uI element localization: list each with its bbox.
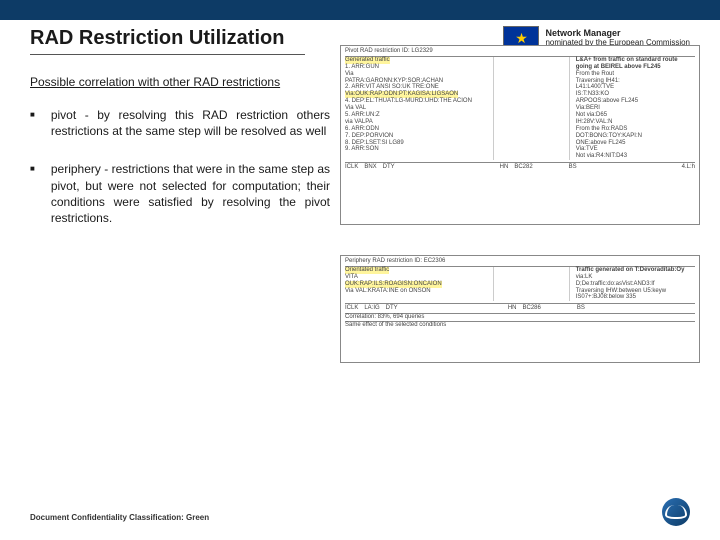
correlation-line: Correlation: 83%, 694 queries [345,313,695,321]
pr6: Not via:D65 [576,112,607,118]
top-bar [0,0,720,20]
body: Possible correlation with other RAD rest… [0,55,720,248]
perr0: via:LK [576,274,593,280]
same-effect-line: Same effect of the selected conditions [345,321,695,329]
perr1: D;De:traffic:do:asVist:AND3:If [576,281,655,287]
pivot-l7: 5. ARR:UN:Z [345,112,380,118]
pivot-footer-far: 4.L:h [682,164,695,171]
bullet-icon: ■ [30,161,35,226]
eurocontrol-logo-icon [662,498,690,526]
perr2: Traversing IHW:between U5:keyw [576,288,666,294]
subtitle: Possible correlation with other RAD rest… [30,75,330,89]
pr2: L41:L400:TVE [576,84,614,90]
per-l2: Via VAL:KRATA:INE on ONSON [345,288,431,294]
bullet-periphery: ■ periphery - restrictions that were in … [30,161,330,226]
pr8: From the Ro:RADS [576,126,628,132]
pr7: IH:28V:VAL:N [576,119,613,125]
pivot-l3: PATRA:GARONN:KYP:SOR:ACHAN [345,78,443,84]
bullet-text: pivot - by resolving this RAD restrictio… [51,107,330,139]
pr0: From the Rout [576,71,614,77]
pr3: IS:T:N33:KO [576,91,609,97]
pivot-box: Pivot RAD restriction ID: LG2329 Generat… [340,45,700,225]
per-l1: VITA [345,274,358,280]
pivot-l2: Via [345,71,354,77]
pivot-l4: 2. ARR:VIT ANSI SO:UK TRE:ONE [345,84,439,90]
bullet-text: periphery - restrictions that were in th… [51,161,330,226]
pr12: Not via:R4:NIT:D43 [576,153,627,159]
pivot-footer-left: ICLK BNX DTY [345,164,395,171]
pivot-right-lead: L&A+ from traffic on standard route goin… [576,57,678,70]
pivot-l10: 7. DEP:PORVION [345,133,393,139]
hl-via: Via:OUK:RAP:ODN:PT:KAGISA:LIGSAON [345,91,458,98]
hl-per-via: OUK:RAP:ILS:ROAGISN:ONCAION [345,281,442,288]
pivot-l12: 9. ARR:SON [345,146,379,152]
hl-generated-traffic: Generated traffic [345,57,390,64]
per-right-lead: Traffic generated on T:Devoraditab:Oy [576,267,685,273]
pivot-l8: via VALPA [345,119,373,125]
perr3: IS07+:BJ08:below 335 [576,294,636,300]
nm-line1: Network Manager [545,28,620,38]
right-column: Pivot RAD restriction ID: LG2329 Generat… [340,75,720,248]
footer-classification: Document Confidentiality Classification:… [30,513,209,522]
page-title: RAD Restriction Utilization [30,27,284,50]
pivot-l1: 1. ARR:GUN [345,64,379,70]
pr5: Via:BERI [576,105,600,111]
per-footer-left: ICLK LA:IG DTY [345,305,398,312]
pr4: ARPOOS:above FL245 [576,98,638,104]
bullet-icon: ■ [30,107,35,139]
pr1: Traversing IH41: [576,78,620,84]
pivot-footer-right: HN BC282 BS [500,164,577,171]
pivot-box-title: Pivot RAD restriction ID: LG2329 [345,48,695,57]
pivot-l11: 8. DEP:LSET:SI LG89 [345,140,404,146]
pr9: DOT:BONG:TOY:KAPI:N [576,133,642,139]
pivot-l6: Via VAL [345,105,366,111]
pr10: ONE:above FL245 [576,140,626,146]
bullet-pivot: ■ pivot - by resolving this RAD restrict… [30,107,330,139]
left-column: Possible correlation with other RAD rest… [30,75,330,248]
periphery-box-title: Periphery RAD restriction ID: EC2306 [345,258,695,267]
hl-orientated: Orientated traffic [345,267,389,274]
pr11: Via:TVE [576,146,598,152]
per-footer-right: HN BC286 BS [508,305,585,312]
pivot-l9: 6. ARR:ODN [345,126,379,132]
periphery-box: Periphery RAD restriction ID: EC2306 Ori… [340,255,700,363]
pivot-l5: 4. DEP:EL:THUAT:LG-MURD:UHD:THE ACION [345,98,472,104]
